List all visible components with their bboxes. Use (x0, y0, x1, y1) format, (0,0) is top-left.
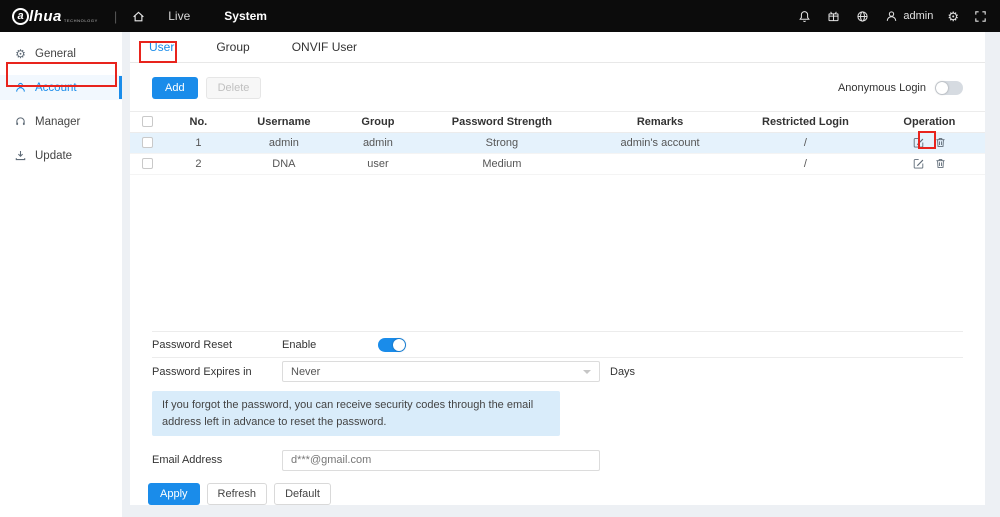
user-table: No. Username Group Password Strength Rem… (130, 111, 985, 175)
sidebar-item-account[interactable]: Account (0, 75, 122, 100)
cell-password-strength: Strong (421, 132, 583, 153)
logo-subtext: TECHNOLOGY (64, 18, 98, 23)
logo-text: lhua (29, 8, 62, 25)
enable-label: Enable (282, 339, 378, 351)
cell-group: admin (335, 132, 421, 153)
days-label: Days (610, 366, 635, 378)
password-reset-label: Password Reset (152, 339, 282, 351)
select-all-checkbox[interactable] (142, 116, 153, 127)
user-toolbar: Add Delete Anonymous Login (152, 77, 963, 99)
refresh-button[interactable]: Refresh (207, 483, 268, 505)
table-empty-space (130, 175, 985, 331)
password-expires-label: Password Expires in (152, 366, 282, 378)
topbar-nav: Live System (168, 9, 267, 23)
anonymous-login-control: Anonymous Login (838, 81, 963, 95)
row-checkbox[interactable] (142, 137, 153, 148)
cell-no: 1 (164, 132, 232, 153)
password-expires-row: Password Expires in Never Days (152, 358, 963, 385)
user-name: admin (903, 10, 933, 22)
cell-username: DNA (233, 153, 336, 174)
nav-live[interactable]: Live (168, 9, 190, 23)
cell-remarks (583, 153, 737, 174)
table-row[interactable]: 2 DNA user Medium / (130, 153, 985, 174)
cell-group: user (335, 153, 421, 174)
gear-icon: ⚙ (14, 47, 27, 60)
password-reset-info: If you forgot the password, you can rece… (152, 391, 560, 436)
toggle-knob (393, 339, 405, 351)
sidebar: ⚙ General Account Manager Update (0, 32, 122, 517)
sidebar-item-update[interactable]: Update (0, 143, 122, 168)
toggle-knob (936, 82, 948, 94)
sidebar-item-label: Account (35, 82, 77, 94)
person-icon (884, 9, 899, 24)
expires-dropdown[interactable]: Never (282, 361, 600, 382)
notification-bell-icon[interactable] (797, 9, 812, 24)
chevron-down-icon (583, 370, 591, 374)
operation-cell (874, 136, 985, 149)
col-remarks: Remarks (583, 111, 737, 132)
col-operation: Operation (874, 111, 985, 132)
default-button[interactable]: Default (274, 483, 331, 505)
anonymous-login-toggle[interactable] (935, 81, 963, 95)
download-icon (14, 149, 27, 162)
col-username: Username (233, 111, 336, 132)
topbar: a lhua TECHNOLOGY | Live System admin ⚙ (0, 0, 1000, 32)
row-checkbox[interactable] (142, 158, 153, 169)
cell-username: admin (233, 132, 336, 153)
sidebar-item-label: Update (35, 150, 72, 162)
account-tabs: User Group ONVIF User (130, 32, 985, 63)
apply-button[interactable]: Apply (148, 483, 200, 505)
col-restricted-login: Restricted Login (737, 111, 874, 132)
person-icon (14, 81, 27, 94)
cell-restricted-login: / (737, 132, 874, 153)
col-group: Group (335, 111, 421, 132)
nav-system[interactable]: System (224, 9, 267, 23)
cell-remarks: admin's account (583, 132, 737, 153)
col-password-strength: Password Strength (421, 111, 583, 132)
topbar-divider: | (114, 9, 117, 24)
storage-box-icon[interactable] (826, 9, 841, 24)
table-header-row: No. Username Group Password Strength Rem… (130, 111, 985, 132)
settings-gear-icon[interactable]: ⚙ (947, 10, 959, 23)
logo-circle-letter: a (12, 8, 29, 25)
email-address-label: Email Address (152, 454, 282, 466)
email-input[interactable] (282, 450, 600, 471)
home-icon[interactable] (131, 9, 146, 24)
tab-user[interactable]: User (146, 38, 177, 56)
headset-icon (14, 115, 27, 128)
globe-icon[interactable] (855, 9, 870, 24)
dahua-logo: a lhua TECHNOLOGY (12, 8, 98, 25)
edit-icon[interactable] (912, 157, 925, 170)
cell-restricted-login: / (737, 153, 874, 174)
expires-selected-value: Never (291, 366, 320, 378)
email-row: Email Address (152, 448, 963, 472)
cell-no: 2 (164, 153, 232, 174)
bottom-actions: Apply Refresh Default (148, 483, 985, 505)
sidebar-item-general[interactable]: ⚙ General (0, 41, 122, 66)
delete-trash-icon[interactable] (934, 136, 947, 149)
active-indicator-bar (119, 76, 122, 99)
sidebar-item-label: General (35, 48, 76, 60)
sidebar-item-manager[interactable]: Manager (0, 109, 122, 134)
topbar-right-cluster: admin ⚙ (797, 9, 988, 24)
col-no: No. (164, 111, 232, 132)
table-row[interactable]: 1 admin admin Strong admin's account / (130, 132, 985, 153)
user-menu[interactable]: admin (884, 9, 933, 24)
password-reset-toggle[interactable] (378, 338, 406, 352)
cell-password-strength: Medium (421, 153, 583, 174)
operation-cell (874, 157, 985, 170)
delete-button[interactable]: Delete (206, 77, 262, 99)
main-panel: User Group ONVIF User Add Delete Anonymo… (130, 32, 985, 505)
anonymous-login-label: Anonymous Login (838, 82, 926, 94)
password-reset-row: Password Reset Enable (152, 331, 963, 358)
delete-trash-icon[interactable] (934, 157, 947, 170)
add-button[interactable]: Add (152, 77, 198, 99)
edit-icon[interactable] (912, 136, 925, 149)
sidebar-item-label: Manager (35, 116, 80, 128)
tab-group[interactable]: Group (213, 38, 252, 56)
fullscreen-icon[interactable] (973, 9, 988, 24)
tab-onvif-user[interactable]: ONVIF User (289, 38, 360, 56)
